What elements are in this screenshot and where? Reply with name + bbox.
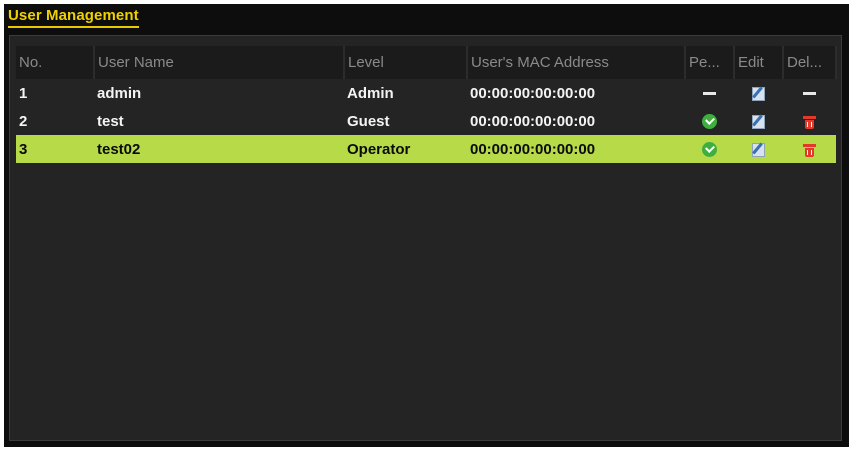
row-level: Guest — [347, 112, 390, 130]
row-permission — [685, 79, 734, 107]
row-delete[interactable] — [783, 135, 836, 163]
row-edit[interactable] — [734, 107, 783, 135]
row-no: 1 — [19, 84, 28, 102]
user-table: No. User Name Level User's MAC Address P… — [16, 46, 837, 163]
row-mac: 00:00:00:00:00:00 — [470, 112, 596, 130]
row-delete — [783, 79, 836, 107]
check-icon[interactable] — [702, 114, 717, 130]
row-user-name: test — [97, 112, 124, 130]
dash-icon — [803, 92, 816, 96]
dash-icon — [703, 92, 716, 96]
table-row[interactable]: 1 admin Admin 00:00:00:00:00:00 — [16, 79, 836, 107]
row-level: Admin — [347, 84, 394, 102]
table-row-selected[interactable]: 3 test02 Operator 00:00:00:00:00:00 — [16, 135, 836, 163]
column-header-edit[interactable]: Edit — [734, 46, 784, 79]
user-management-window: User Management No. User Name Level User… — [4, 4, 849, 447]
edit-icon[interactable] — [752, 142, 765, 157]
row-permission[interactable] — [685, 135, 734, 163]
table-row[interactable]: 2 test Guest 00:00:00:00:00:00 — [16, 107, 836, 135]
row-delete[interactable] — [783, 107, 836, 135]
row-edit[interactable] — [734, 135, 783, 163]
check-icon[interactable] — [702, 142, 717, 158]
table-header-row: No. User Name Level User's MAC Address P… — [16, 46, 837, 79]
row-mac: 00:00:00:00:00:00 — [467, 135, 685, 163]
column-header-permission[interactable]: Pe... — [685, 46, 735, 79]
column-header-no[interactable]: No. — [16, 46, 95, 79]
column-header-level[interactable]: Level — [344, 46, 468, 79]
column-header-mac[interactable]: User's MAC Address — [467, 46, 686, 79]
title-bar: User Management — [4, 4, 849, 32]
row-mac: 00:00:00:00:00:00 — [470, 84, 596, 102]
page-title: User Management — [8, 7, 139, 28]
trash-icon[interactable] — [803, 115, 816, 129]
row-user-name: admin — [97, 84, 142, 102]
row-no: 3 — [16, 135, 94, 163]
row-permission[interactable] — [685, 107, 734, 135]
row-no: 2 — [19, 112, 28, 130]
edit-icon[interactable] — [752, 114, 765, 129]
edit-icon[interactable] — [752, 86, 765, 101]
row-user-name: test02 — [94, 135, 344, 163]
column-header-user-name[interactable]: User Name — [94, 46, 345, 79]
column-header-delete[interactable]: Del... — [783, 46, 837, 79]
row-level: Operator — [344, 135, 467, 163]
trash-icon[interactable] — [803, 143, 816, 157]
user-list-panel: No. User Name Level User's MAC Address P… — [9, 35, 842, 441]
row-edit[interactable] — [734, 79, 783, 107]
